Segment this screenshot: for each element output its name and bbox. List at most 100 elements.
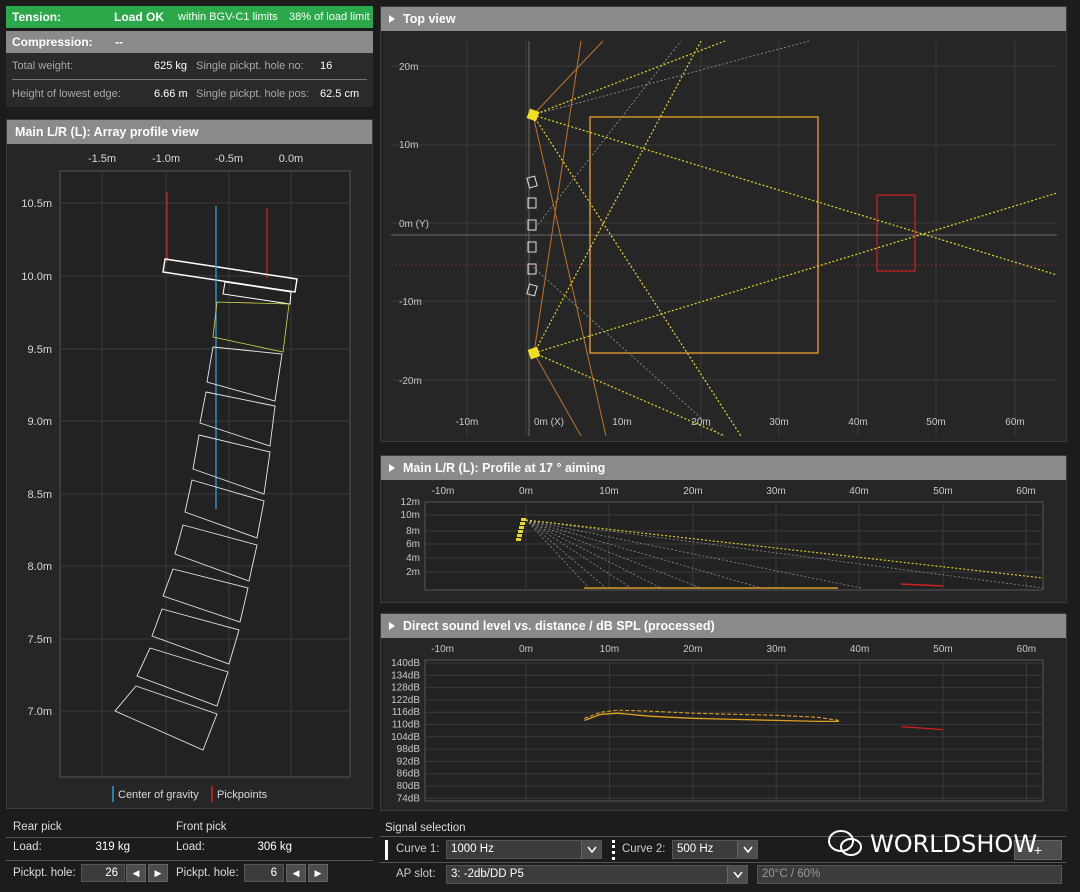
climate-field[interactable]: 20°C / 60%: [757, 865, 1062, 884]
curve1-marker: [385, 840, 388, 860]
top-view-title: Top view: [403, 12, 456, 26]
spl-plot: -10m 0m 10m 20m 30m 40m 50m 60m 140dB134dB 128dB…: [391, 644, 1044, 804]
spl-xtick-0: -10m: [431, 644, 454, 655]
profile-aiming-panel: Main L/R (L): Profile at 17 ° aiming -10…: [380, 455, 1067, 603]
array-profile-panel: Main L/R (L): Array profile view -1.5m -…: [6, 119, 373, 809]
spl-xtick-7: 60m: [1017, 644, 1036, 655]
pa-xtick-5: 40m: [849, 486, 868, 497]
spl-xtick-5: 40m: [850, 644, 869, 655]
pa-ytick-3: 6m: [406, 539, 420, 550]
tv-xtick-6: 50m: [926, 417, 945, 428]
curve2-marker: [612, 840, 615, 860]
ap-slot-value: 3: -2db/DD P5: [451, 868, 524, 880]
top-view-plot: 20m 10m 0m (Y) -10m -20m -10m 0m (X) 10m…: [391, 40, 1058, 437]
pick-divider-2: [6, 860, 373, 861]
tension-label: Tension:: [12, 10, 62, 24]
compression-bar: Compression: --: [6, 31, 373, 53]
tv-ytick-2: 0m (Y): [399, 219, 429, 230]
tv-xtick-2: 10m: [612, 417, 631, 428]
tension-state: Load OK: [114, 10, 164, 24]
front-load-label: Load:: [176, 841, 205, 853]
spl-xtick-1: 0m: [519, 644, 533, 655]
spl-ytick-8: 92dB: [397, 756, 421, 767]
legend-cog: Center of gravity: [118, 789, 199, 801]
collapse-triangle-icon: [389, 464, 395, 472]
spl-xtick-3: 20m: [683, 644, 702, 655]
curve1-select[interactable]: 1000 Hz: [446, 840, 602, 859]
array-info-block: Total weight: 625 kg Single pickpt. hole…: [6, 53, 373, 107]
curve1-label: Curve 1:: [396, 843, 440, 855]
top-view-panel: Top view 20m 10m 0m (Y) -10m -20m -10m 0…: [380, 6, 1067, 442]
watermark-text: WORLDSHOW: [870, 830, 1038, 858]
info-divider: [12, 79, 367, 80]
tv-ytick-3: -10m: [399, 297, 422, 308]
pa-xtick-6: 50m: [933, 486, 952, 497]
profile-aiming-header[interactable]: Main L/R (L): Profile at 17 ° aiming: [381, 456, 1066, 480]
pa-xtick-3: 20m: [683, 486, 702, 497]
chevron-down-icon: [727, 866, 747, 883]
top-view-header[interactable]: Top view: [381, 7, 1066, 31]
spl-panel: Direct sound level vs. distance / dB SPL…: [380, 613, 1067, 811]
curve2-select[interactable]: 500 Hz: [672, 840, 758, 859]
spl-ytick-11: 74dB: [397, 793, 421, 804]
profile-aiming-plot: -10m 0m 10m 20m 30m 40m 50m 60m 12m 10m …: [401, 486, 1044, 591]
tension-percent: 38% of load limit: [289, 11, 370, 23]
spl-ytick-3: 122dB: [391, 695, 420, 706]
aiming-lines: [532, 40, 1058, 437]
curve2-label: Curve 2:: [622, 843, 666, 855]
front-hole-decrement-button[interactable]: ◀: [286, 864, 306, 882]
tension-status-bar: Tension: Load OK within BGV-C1 limits 38…: [6, 6, 373, 28]
spl-title: Direct sound level vs. distance / dB SPL…: [403, 619, 715, 633]
spl-xtick-4: 30m: [766, 644, 785, 655]
compression-label: Compression:: [12, 35, 93, 49]
tv-xtick-5: 40m: [848, 417, 867, 428]
spl-xtick-6: 50m: [933, 644, 952, 655]
tv-xtick-7: 60m: [1005, 417, 1024, 428]
rear-pick-title: Rear pick: [13, 821, 62, 833]
pickpt-hole-no-label: Single pickpt. hole no:: [196, 60, 304, 72]
front-hole-increment-button[interactable]: ▶: [308, 864, 328, 882]
legend-pickpoints: Pickpoints: [217, 789, 268, 801]
front-hole-field[interactable]: 6: [244, 864, 284, 882]
wechat-logo-icon: [828, 830, 862, 856]
ap-xtick-3: 0.0m: [279, 153, 303, 165]
total-weight-label: Total weight:: [12, 60, 74, 72]
chevron-down-icon: [581, 841, 601, 858]
speaker-right-marker: [527, 346, 541, 360]
tv-xtick-4: 30m: [769, 417, 788, 428]
spl-ytick-5: 110dB: [392, 720, 421, 731]
tension-limit-text: within BGV-C1 limits: [178, 11, 278, 23]
pa-ytick-0: 12m: [401, 497, 420, 508]
tv-xtick-1: 0m (X): [534, 417, 564, 428]
chevron-down-icon: [737, 841, 757, 858]
pickpt-hole-no-value: 16: [320, 60, 333, 72]
rear-hole-increment-button[interactable]: ▶: [148, 864, 168, 882]
profile-aiming-title: Main L/R (L): Profile at 17 ° aiming: [403, 461, 606, 475]
pa-ytick-2: 8m: [406, 526, 420, 537]
pickpt-hole-pos-label: Single pickpt. hole pos:: [196, 88, 310, 100]
spl-header[interactable]: Direct sound level vs. distance / dB SPL…: [381, 614, 1066, 638]
spl-ytick-4: 116dB: [392, 707, 421, 718]
spl-ytick-7: 98dB: [397, 744, 421, 755]
rear-hole-field[interactable]: 26: [81, 864, 125, 882]
ap-ytick-3: 9.0m: [28, 416, 52, 428]
pa-ytick-5: 2m: [406, 567, 420, 578]
pick-divider: [6, 837, 373, 838]
spl-ytick-1: 134dB: [391, 670, 420, 681]
target-area: [876, 194, 916, 272]
rear-load-label: Load:: [13, 841, 42, 853]
tv-ytick-4: -20m: [399, 376, 422, 387]
spl-ytick-2: 128dB: [391, 683, 420, 694]
rear-load-value: 319 kg: [95, 841, 130, 853]
pa-xtick-1: 0m: [519, 486, 533, 497]
array-profile-plot: -1.5m -1.0m -0.5m 0.0m 10.5m 10.0m 9.5m …: [21, 153, 351, 802]
ap-slot-label: AP slot:: [396, 868, 436, 880]
tv-xtick-3: 20m: [691, 417, 710, 428]
tv-ytick-1: 10m: [399, 140, 418, 151]
rear-hole-decrement-button[interactable]: ◀: [126, 864, 146, 882]
ap-slot-select[interactable]: 3: -2db/DD P5: [446, 865, 748, 884]
total-weight-value: 625 kg: [154, 60, 188, 72]
ap-ytick-2: 9.5m: [28, 344, 52, 356]
collapse-triangle-icon: [389, 622, 395, 630]
spl-ytick-10: 80dB: [397, 781, 421, 792]
